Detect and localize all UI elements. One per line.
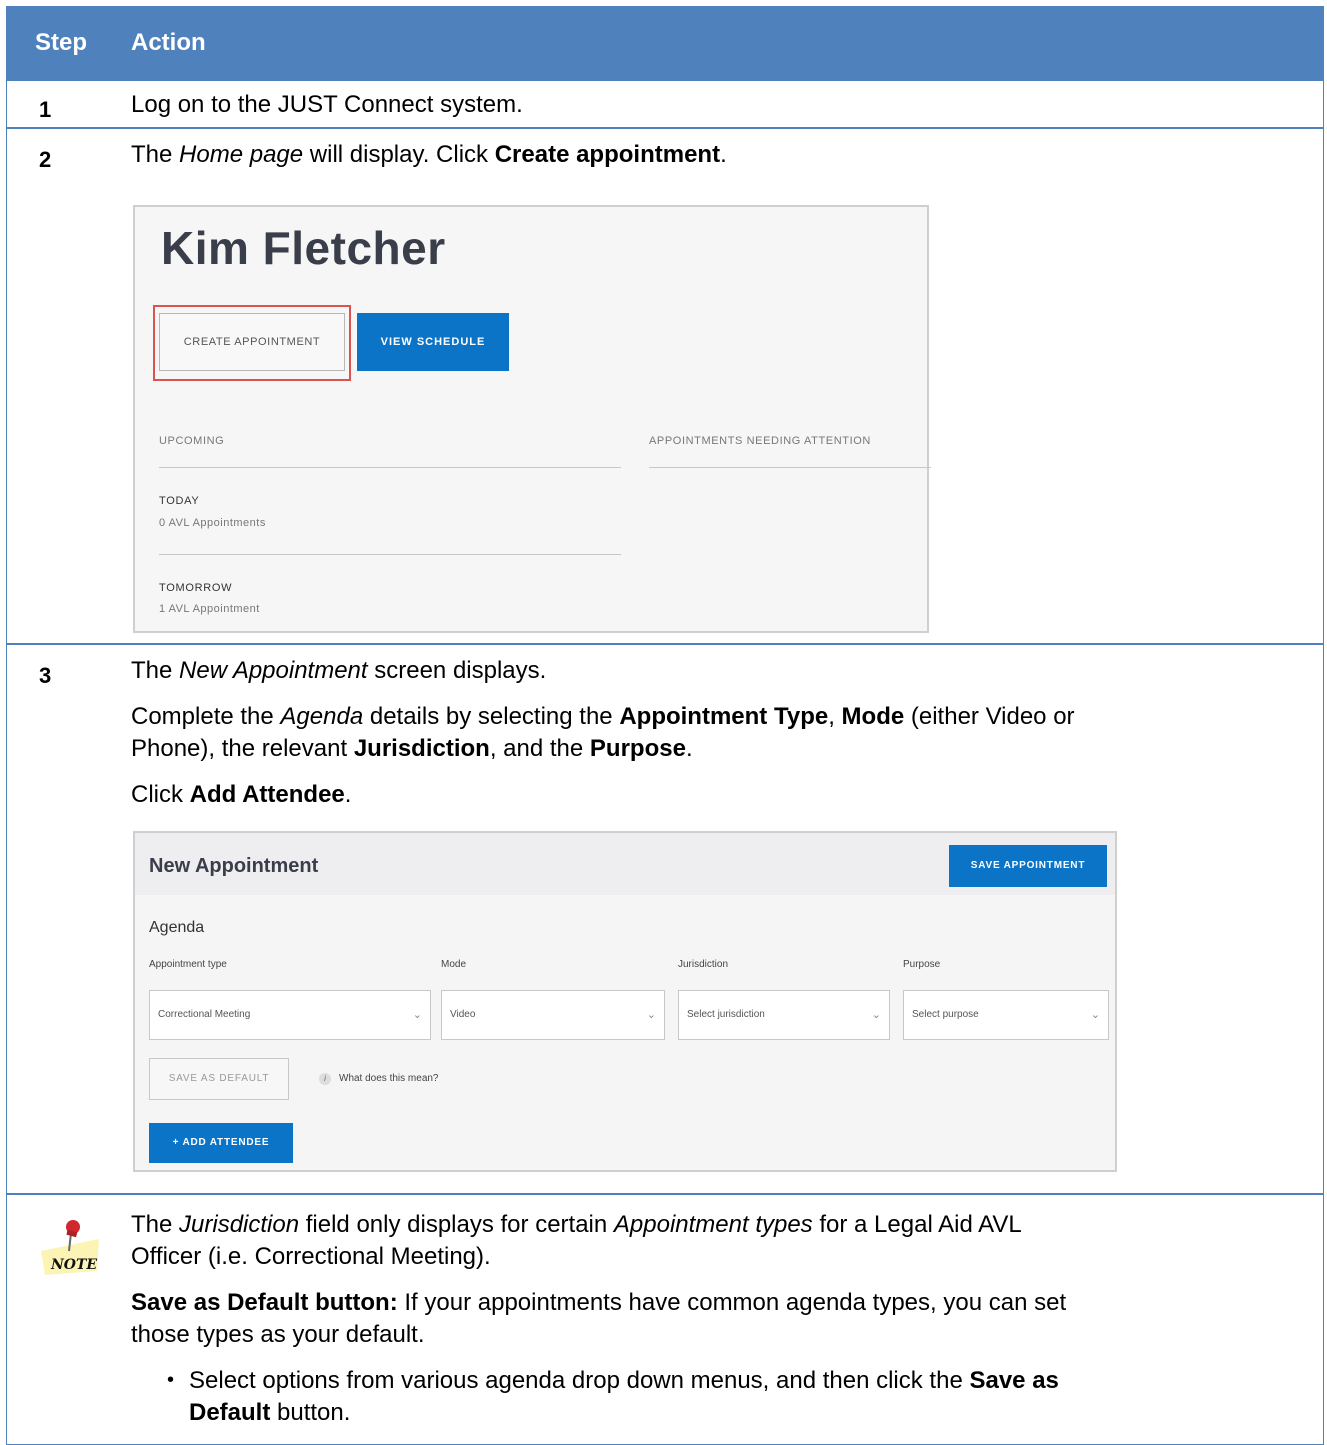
save-as-default-button[interactable]: SAVE AS DEFAULT [149, 1058, 289, 1100]
tomorrow-label: TOMORROW [159, 582, 233, 594]
divider [649, 467, 931, 468]
chevron-down-icon: ⌄ [871, 1009, 881, 1021]
upcoming-label: UPCOMING [159, 435, 225, 447]
note-text: Officer (i.e. Correctional Meeting). [131, 1243, 491, 1270]
step-number: 1 [39, 97, 52, 122]
procedure-table: Step Action 1 Log on to the JUST Connect… [6, 6, 1324, 1445]
table-row: 2 The Home page will display. Click Crea… [7, 127, 1323, 643]
step-text: The Home page will display. Click Create… [131, 141, 727, 168]
jurisdiction-label: Jurisdiction [678, 959, 729, 970]
new-appointment-screenshot: New Appointment SAVE APPOINTMENT Agenda … [133, 831, 1117, 1172]
form-title: New Appointment [149, 855, 319, 877]
attention-label: APPOINTMENTS NEEDING ATTENTION [649, 435, 871, 447]
chevron-down-icon: ⌄ [1090, 1009, 1100, 1021]
jurisdiction-select[interactable]: Select jurisdiction ⌄ [678, 990, 890, 1040]
table-row: 1 Log on to the JUST Connect system. [7, 79, 1323, 127]
chevron-down-icon: ⌄ [646, 1009, 656, 1021]
bullet: • [167, 1369, 175, 1391]
step-number: 3 [39, 663, 52, 688]
step-text: Phone), the relevant Jurisdiction, and t… [131, 735, 693, 762]
agenda-heading: Agenda [149, 919, 205, 936]
note-pin-icon: NOTE [41, 1220, 99, 1275]
mode-select[interactable]: Video ⌄ [441, 990, 665, 1040]
step-text: Click Add Attendee. [131, 781, 352, 808]
info-icon: i [319, 1073, 331, 1085]
note-text: Default button. [189, 1399, 351, 1426]
chevron-down-icon: ⌄ [412, 1009, 422, 1021]
home-page-screenshot: Kim Fletcher CREATE APPOINTMENT VIEW SCH… [133, 205, 931, 633]
mode-label: Mode [441, 959, 467, 970]
divider [159, 554, 621, 555]
save-appointment-button[interactable]: SAVE APPOINTMENT [949, 845, 1107, 887]
note-row: NOTE The Jurisdiction field only display… [7, 1193, 1323, 1445]
note-text: those types as your default. [131, 1321, 425, 1348]
tomorrow-count[interactable]: 1 AVL Appointment [159, 603, 260, 615]
note-label: NOTE [50, 1257, 97, 1273]
user-name-heading: Kim Fletcher [161, 222, 446, 274]
create-appointment-button[interactable]: CREATE APPOINTMENT [159, 313, 345, 371]
purpose-select[interactable]: Select purpose ⌄ [903, 990, 1109, 1040]
table-header: Step Action [7, 7, 1323, 79]
appointment-type-label: Appointment type [149, 959, 227, 970]
note-text: Select options from various agenda drop … [189, 1367, 1059, 1394]
today-label: TODAY [159, 495, 200, 507]
form-header: New Appointment SAVE APPOINTMENT [135, 833, 1115, 895]
appointment-type-select[interactable]: Correctional Meeting ⌄ [149, 990, 431, 1040]
view-schedule-button[interactable]: VIEW SCHEDULE [357, 313, 509, 371]
table-row: 3 The New Appointment screen displays. C… [7, 643, 1323, 1193]
today-count[interactable]: 0 AVL Appointments [159, 517, 266, 529]
info-link[interactable]: What does this mean? [339, 1073, 439, 1084]
purpose-label: Purpose [903, 959, 941, 970]
note-text: Save as Default button: If your appointm… [131, 1289, 1067, 1316]
header-step: Step [35, 29, 88, 56]
step-text: Complete the Agenda details by selecting… [131, 703, 1075, 730]
note-text: The Jurisdiction field only displays for… [131, 1211, 1022, 1238]
step-text: The New Appointment screen displays. [131, 657, 547, 684]
add-attendee-button[interactable]: + ADD ATTENDEE [149, 1123, 293, 1163]
step-text: Log on to the JUST Connect system. [131, 91, 523, 118]
header-action: Action [131, 29, 206, 56]
divider [159, 467, 621, 468]
step-number: 2 [39, 147, 52, 172]
